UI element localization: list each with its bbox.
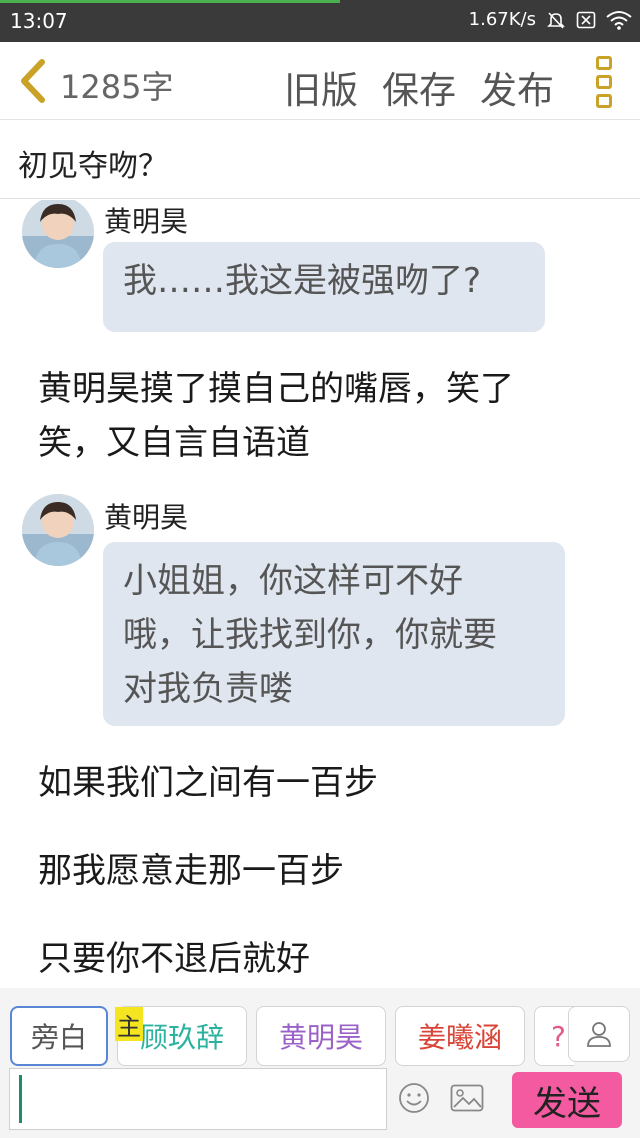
more-menu-icon[interactable]	[594, 56, 614, 108]
dialogue-text: 我……我这是被强吻了?	[123, 261, 482, 301]
old-version-button[interactable]: 旧版	[284, 60, 358, 114]
emoji-icon[interactable]	[398, 1082, 430, 1114]
dialogue-bubble[interactable]: 小姐姐，你这样可不好 哦，让我找到你，你就要 对我负责喽	[103, 542, 565, 726]
narration-line: 黄明昊摸了摸自己的嘴唇，笑了	[38, 369, 514, 409]
back-chevron-icon[interactable]	[14, 58, 50, 104]
status-time: 13:07	[10, 9, 68, 33]
message-input[interactable]	[9, 1068, 387, 1130]
loading-progress	[0, 0, 340, 3]
wifi-icon	[606, 10, 632, 30]
word-count: 1285字	[60, 68, 174, 106]
send-button[interactable]: 发送	[512, 1072, 622, 1128]
narration-paragraph[interactable]: 只要你不退后就好	[38, 932, 310, 986]
dialogue-line: 小姐姐，你这样可不好	[123, 561, 463, 601]
story-title: 初见夺吻？	[18, 149, 168, 184]
main-role-badge: 主	[115, 1007, 143, 1041]
person-icon[interactable]	[568, 1006, 630, 1062]
more-menu-dot	[596, 56, 612, 70]
role-chip[interactable]: 姜曦涵	[395, 1006, 525, 1066]
status-bar: 13:07 1.67K/s	[0, 0, 640, 42]
more-menu-dot	[596, 75, 612, 89]
speaker-name: 黄明昊	[104, 205, 189, 238]
role-chip-narrator[interactable]: 旁白	[10, 1006, 108, 1066]
speaker-name: 黄明昊	[104, 501, 189, 534]
network-speed: 1.67K/s	[468, 9, 536, 30]
dialogue-line: 对我负责喽	[123, 669, 293, 709]
narration-paragraph[interactable]: 黄明昊摸了摸自己的嘴唇，笑了 笑，又自言自语道	[38, 362, 514, 470]
editor-toolbar: 1285字 旧版 保存 发布	[0, 42, 640, 120]
text-caret	[19, 1075, 22, 1123]
role-selector-bar: 旁白 顾玖辞 黄明昊 姜曦涵 ?	[0, 988, 640, 1068]
avatar[interactable]	[22, 200, 94, 268]
close-box-icon	[576, 11, 596, 29]
status-indicators: 1.67K/s	[469, 9, 632, 30]
image-icon[interactable]	[450, 1084, 484, 1112]
mute-bell-icon	[546, 10, 566, 30]
composer-bar: 发送	[0, 1068, 640, 1138]
avatar[interactable]	[22, 494, 94, 566]
story-title-row[interactable]: 初见夺吻？	[0, 121, 640, 199]
dialogue-bubble[interactable]: 我……我这是被强吻了?	[103, 242, 545, 332]
narration-paragraph[interactable]: 那我愿意走那一百步	[38, 844, 344, 898]
narration-paragraph[interactable]: 如果我们之间有一百步	[38, 756, 378, 810]
more-menu-dot	[596, 94, 612, 108]
publish-button[interactable]: 发布	[480, 60, 554, 114]
narration-line: 笑，又自言自语道	[38, 423, 310, 463]
save-button[interactable]: 保存	[382, 60, 456, 114]
story-content[interactable]: 黄明昊 我……我这是被强吻了? 黄明昊摸了摸自己的嘴唇，笑了 笑，又自言自语道 …	[0, 200, 640, 988]
dialogue-line: 哦，让我找到你，你就要	[123, 615, 497, 655]
role-chip[interactable]: 黄明昊	[256, 1006, 386, 1066]
